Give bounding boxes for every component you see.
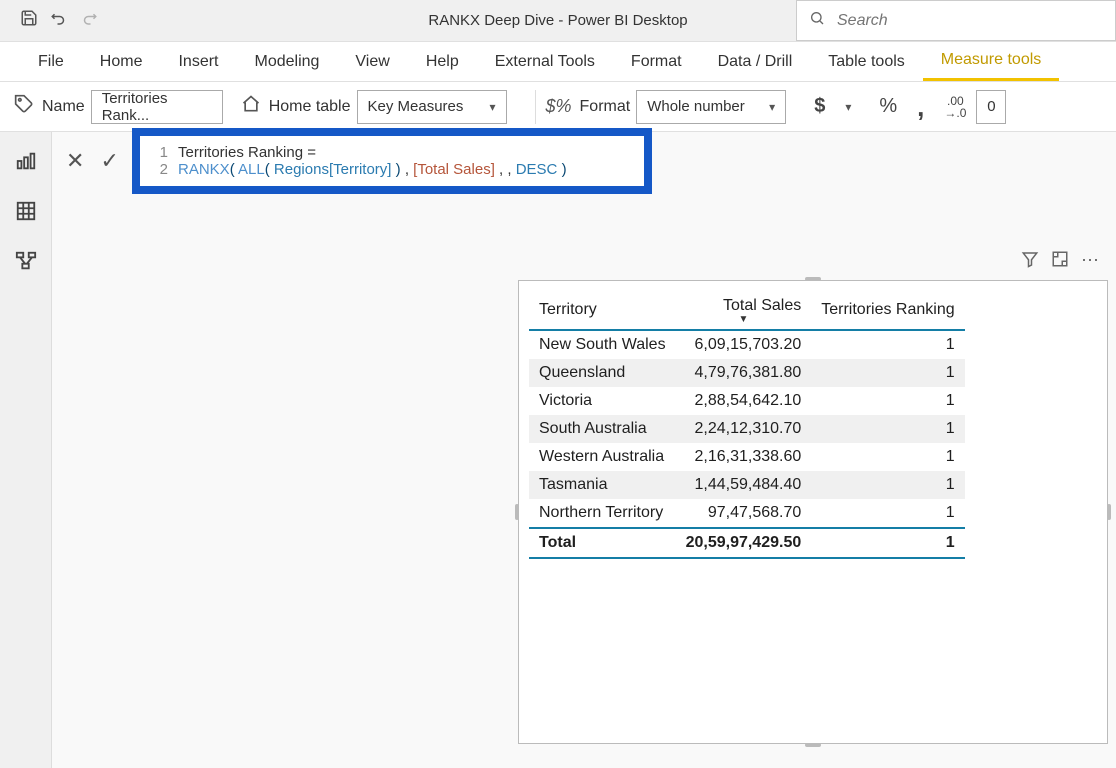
ribbon-toolbar: Name Territories Rank... Home table Key …	[0, 82, 1116, 132]
menu-view[interactable]: View	[337, 42, 407, 81]
view-sidebar	[0, 132, 52, 768]
formula-cancel-button[interactable]: ✕	[66, 148, 84, 174]
chevron-down-icon: ▾	[769, 100, 775, 114]
formula-bar[interactable]: 1 Territories Ranking = 2 RANKX( ALL( Re…	[132, 128, 652, 194]
data-view-icon[interactable]	[15, 200, 37, 228]
percent-format-button[interactable]: %	[869, 95, 907, 118]
decimals-input[interactable]	[976, 90, 1006, 124]
resize-grip[interactable]	[805, 743, 821, 747]
undo-icon[interactable]	[50, 9, 68, 32]
format-icon: $%	[546, 96, 572, 117]
resize-grip[interactable]	[515, 504, 519, 520]
menu-table-tools[interactable]: Table tools	[810, 42, 923, 81]
menu-bar: File Home Insert Modeling View Help Exte…	[0, 42, 1116, 82]
save-icon[interactable]	[20, 9, 38, 32]
measure-name-input[interactable]: Territories Rank...	[91, 90, 223, 124]
more-options-icon[interactable]: ⋯	[1081, 250, 1099, 273]
currency-format-button[interactable]: $	[804, 95, 835, 118]
menu-insert[interactable]: Insert	[160, 42, 236, 81]
format-label: Format	[580, 98, 631, 116]
table-header-row: Territory Total Sales ▼ Territories Rank…	[529, 291, 965, 330]
redo-icon[interactable]	[80, 9, 98, 32]
report-view-icon[interactable]	[15, 150, 37, 178]
data-table: Territory Total Sales ▼ Territories Rank…	[529, 291, 1097, 559]
menu-home[interactable]: Home	[82, 42, 161, 81]
menu-external-tools[interactable]: External Tools	[477, 42, 613, 81]
search-input[interactable]	[835, 11, 1103, 31]
line-number: 2	[152, 161, 168, 178]
resize-grip[interactable]	[1107, 504, 1111, 520]
col-territories-ranking[interactable]: Territories Ranking	[811, 291, 964, 330]
separator	[535, 90, 536, 124]
table-row[interactable]: South Australia2,24,12,310.701	[529, 415, 965, 443]
chevron-down-icon[interactable]: ▾	[845, 100, 851, 114]
table-row[interactable]: Western Australia2,16,31,338.601	[529, 443, 965, 471]
table-visual[interactable]: ⋯ Territory Total Sales ▼	[518, 280, 1108, 744]
menu-modeling[interactable]: Modeling	[236, 42, 337, 81]
menu-file[interactable]: File	[20, 42, 82, 81]
search-box[interactable]	[796, 0, 1116, 41]
format-select[interactable]: Whole number ▾	[636, 90, 786, 124]
title-bar: RANKX Deep Dive - Power BI Desktop	[0, 0, 1116, 42]
table-row[interactable]: New South Wales6,09,15,703.201	[529, 330, 965, 359]
model-view-icon[interactable]	[15, 250, 37, 278]
menu-format[interactable]: Format	[613, 42, 700, 81]
table-row[interactable]: Queensland4,79,76,381.801	[529, 359, 965, 387]
table-row[interactable]: Tasmania1,44,59,484.401	[529, 471, 965, 499]
resize-grip[interactable]	[805, 277, 821, 281]
menu-measure-tools[interactable]: Measure tools	[923, 42, 1060, 81]
formula-line-1[interactable]: Territories Ranking =	[178, 144, 316, 161]
table-total-row: Total20,59,97,429.501	[529, 528, 965, 558]
focus-mode-icon[interactable]	[1051, 250, 1069, 273]
table-row[interactable]: Victoria2,88,54,642.101	[529, 387, 965, 415]
name-label: Name	[42, 98, 85, 116]
menu-help[interactable]: Help	[408, 42, 477, 81]
filter-icon[interactable]	[1021, 250, 1039, 273]
decrease-decimals-button[interactable]: .00→.0	[934, 95, 976, 119]
col-total-sales[interactable]: Total Sales ▼	[676, 291, 812, 330]
home-table-select[interactable]: Key Measures ▾	[357, 90, 507, 124]
sort-desc-icon: ▼	[686, 317, 802, 323]
chevron-down-icon: ▾	[489, 100, 495, 114]
search-icon	[809, 10, 825, 31]
col-territory[interactable]: Territory	[529, 291, 676, 330]
home-table-icon	[241, 94, 261, 120]
thousands-separator-button[interactable]: ,	[907, 102, 934, 112]
home-table-label: Home table	[269, 98, 351, 116]
formula-line-2[interactable]: RANKX( ALL( Regions[Territory] ) , [Tota…	[178, 161, 567, 178]
table-row[interactable]: Northern Territory97,47,568.701	[529, 499, 965, 528]
window-title: RANKX Deep Dive - Power BI Desktop	[428, 12, 687, 29]
line-number: 1	[152, 144, 168, 161]
menu-data-drill[interactable]: Data / Drill	[700, 42, 811, 81]
tag-icon	[14, 94, 34, 120]
report-canvas[interactable]: ✕ ✓ 1 Territories Ranking = 2 RANKX( ALL…	[52, 132, 1116, 768]
formula-commit-button[interactable]: ✓	[100, 148, 118, 174]
